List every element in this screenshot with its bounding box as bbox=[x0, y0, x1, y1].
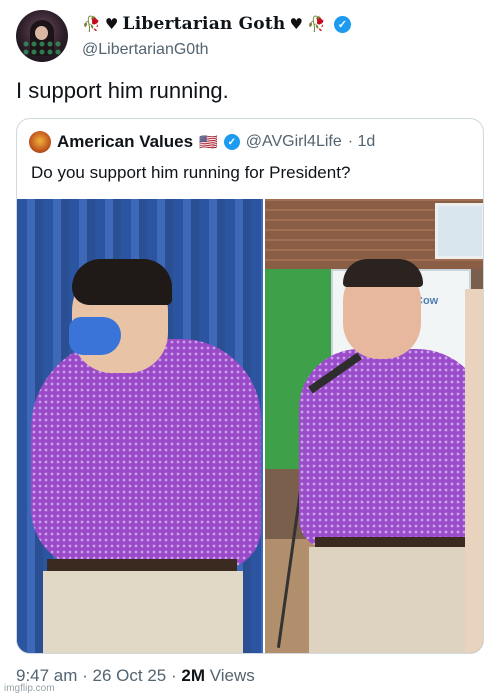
post-text: I support him running. bbox=[16, 78, 229, 103]
rose-icon: 🥀 bbox=[307, 15, 327, 33]
author-handle[interactable]: @LibertarianG0th bbox=[82, 41, 209, 59]
man-hair bbox=[72, 259, 172, 305]
views-count: 2M bbox=[181, 666, 205, 685]
us-flag-icon: 🇺🇸 bbox=[199, 134, 218, 151]
quoted-author-handle[interactable]: @AVGirl4Life bbox=[246, 133, 342, 151]
quoted-post-age: · 1d bbox=[347, 133, 376, 150]
black-heart-icon: ♥ bbox=[104, 15, 119, 33]
left-photo[interactable] bbox=[17, 199, 263, 653]
author-name-text: Libertarian Goth bbox=[122, 14, 286, 34]
man-hair bbox=[343, 259, 423, 287]
verified-badge-icon: ✓ bbox=[223, 134, 240, 150]
imgflip-watermark: imgflip.com bbox=[4, 683, 55, 694]
quoted-author-avatar[interactable] bbox=[29, 131, 51, 153]
author-avatar[interactable] bbox=[16, 10, 68, 62]
purple-shirt bbox=[31, 339, 261, 569]
right-photo[interactable]: Cow bbox=[265, 199, 483, 653]
avatar-pattern bbox=[22, 40, 62, 56]
bystander bbox=[465, 289, 483, 653]
post-header: 🥀 ♥ Libertarian Goth ♥ 🥀 ✓ @LibertarianG… bbox=[16, 8, 486, 68]
quoted-post[interactable]: American Values 🇺🇸 ✓ @AVGirl4Life · 1d D… bbox=[16, 118, 484, 654]
khaki-pants bbox=[309, 547, 469, 653]
rose-icon: 🥀 bbox=[82, 15, 101, 33]
face-mask bbox=[69, 317, 121, 355]
avatar-face bbox=[35, 26, 48, 40]
window bbox=[435, 203, 483, 259]
khaki-pants bbox=[43, 571, 243, 653]
black-heart-icon: ♥ bbox=[289, 15, 304, 33]
views-label: Views bbox=[204, 666, 255, 685]
quoted-post-text: Do you support him running for President… bbox=[31, 163, 351, 182]
quoted-post-header: American Values 🇺🇸 ✓ @AVGirl4Life · 1d bbox=[29, 131, 375, 153]
verified-badge-icon: ✓ bbox=[334, 15, 352, 33]
quoted-author-name[interactable]: American Values bbox=[57, 132, 193, 152]
author-display-name[interactable]: 🥀 ♥ Libertarian Goth ♥ 🥀 ✓ bbox=[82, 14, 352, 34]
